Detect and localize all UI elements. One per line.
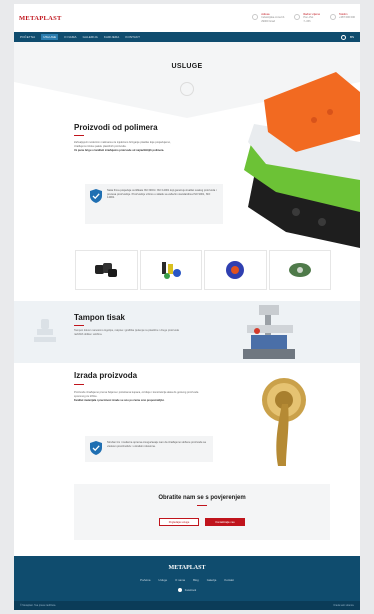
- section-text-polymer: Zahvaljujući modernim mašinama za injekc…: [74, 141, 171, 152]
- accent-line: [74, 384, 84, 385]
- section-title-tampon: Tampon tisak: [74, 313, 125, 322]
- shield-check-icon: [90, 441, 102, 455]
- section-text-tampon: Tampon tiskom nanosimo logotipe, natpise…: [74, 329, 180, 336]
- header-contacts: Adresa Industrijska zona bb 29000 Grad R…: [252, 13, 355, 24]
- decorative-emblem-icon: [180, 82, 194, 96]
- footer-link-blog[interactable]: Blog: [193, 578, 199, 582]
- section-title-polymer: Proizvodi od polimera: [74, 123, 158, 132]
- nav-item-o-nama[interactable]: O nama: [64, 35, 76, 39]
- polymer-products-image: [244, 72, 360, 248]
- clock-icon: [294, 13, 301, 20]
- page-title: USLUGE: [171, 63, 203, 70]
- site-logo[interactable]: METAPLAST: [19, 15, 62, 22]
- footer-link-galerija[interactable]: Galerija: [207, 578, 217, 582]
- gallery-item[interactable]: [75, 250, 138, 290]
- stamp-decor-icon: [34, 319, 56, 342]
- gallery-item[interactable]: [139, 250, 202, 290]
- contact-line: 7–15h: [303, 19, 311, 23]
- facebook-icon[interactable]: [177, 588, 182, 592]
- nav-item-pocetna[interactable]: Početna: [20, 35, 35, 39]
- gallery-item[interactable]: [268, 250, 331, 290]
- contact-address: Adresa Industrijska zona bb 29000 Grad: [252, 13, 284, 24]
- blue-cap-image: [226, 261, 245, 279]
- contact-phone: Telefon +387 000 000: [330, 13, 355, 24]
- quality-info-box: Stručan tim i moderna oprema omogućavaju…: [85, 436, 213, 462]
- contact-cta: Obratite nam se s povjerenjem Pogledajte…: [74, 484, 330, 540]
- accent-line: [74, 135, 84, 136]
- nav-item-kontakt[interactable]: Kontakt: [125, 35, 140, 39]
- footer-logo[interactable]: METAPLAST: [14, 565, 360, 571]
- product-gallery: [75, 250, 331, 290]
- location-icon: [252, 13, 259, 20]
- accent-line: [197, 505, 207, 506]
- nav-item-galerija[interactable]: Galerija: [83, 35, 98, 39]
- contact-line[interactable]: +387 000 000: [339, 16, 355, 20]
- main-nav: Početna Usluge O nama Galerija Karijera …: [14, 32, 360, 42]
- contact-hours: Radno vrijeme Pon–Pet 7–15h: [294, 13, 320, 24]
- footer-link-kontakt[interactable]: Kontakt: [224, 578, 234, 582]
- tampon-machine-image: [243, 305, 295, 359]
- quality-text: Stručan tim i moderna oprema omogućavaju…: [107, 441, 206, 448]
- footer-link-usluge[interactable]: Usluge: [158, 578, 167, 582]
- facebook-label[interactable]: Facebook: [185, 589, 196, 592]
- section-text-izrada: Proizvode izrađujemo prema željama i pot…: [74, 391, 199, 402]
- site-footer: METAPLAST Početna Usluge O nama Blog Gal…: [14, 556, 360, 601]
- page: METAPLAST Adresa Industrijska zona bb 29…: [14, 4, 360, 610]
- globe-icon[interactable]: [340, 34, 346, 40]
- accent-line: [74, 325, 84, 326]
- certificate-text: Naša firma posjeduje certifikate ISO 900…: [107, 189, 217, 200]
- nav-item-karijera[interactable]: Karijera: [104, 35, 119, 39]
- colored-fittings-image: [161, 262, 181, 279]
- language-switch[interactable]: BS: [350, 35, 354, 39]
- contact-line: 29000 Grad: [261, 19, 275, 23]
- shield-check-icon: [90, 189, 102, 203]
- section-title-izrada: Izrada proizvoda: [74, 371, 138, 380]
- phone-icon: [330, 13, 337, 20]
- copyright-text: © Metaplast. Sva prava zadržana.: [20, 604, 57, 607]
- molded-part-image: [288, 263, 311, 277]
- footer-link-o-nama[interactable]: O nama: [175, 578, 185, 582]
- footer-link-pocetna[interactable]: Početna: [140, 578, 150, 582]
- gallery-item[interactable]: [204, 250, 267, 290]
- footer-social[interactable]: Facebook: [14, 588, 360, 592]
- footer-links: Početna Usluge O nama Blog Galerija Kont…: [14, 578, 360, 582]
- cta-title: Obratite nam se s povjerenjem: [158, 495, 246, 501]
- copyright-bar: © Metaplast. Sva prava zadržana. Izrada …: [14, 601, 360, 610]
- top-bar: METAPLAST Adresa Industrijska zona bb 29…: [14, 4, 360, 32]
- contact-us-button[interactable]: Kontaktirajte nas: [205, 518, 245, 526]
- certificate-info-box: Naša firma posjeduje certifikate ISO 900…: [85, 184, 223, 224]
- tampon-section: Tampon tisak Tampon tiskom nanosimo logo…: [14, 301, 360, 363]
- nav-item-usluge[interactable]: Usluge: [41, 34, 59, 40]
- black-caps-image: [95, 263, 118, 277]
- credit-link[interactable]: Izrada web stranice: [333, 604, 354, 607]
- door-handle-image: [262, 378, 306, 466]
- view-services-button[interactable]: Pogledajte usluge: [159, 518, 199, 526]
